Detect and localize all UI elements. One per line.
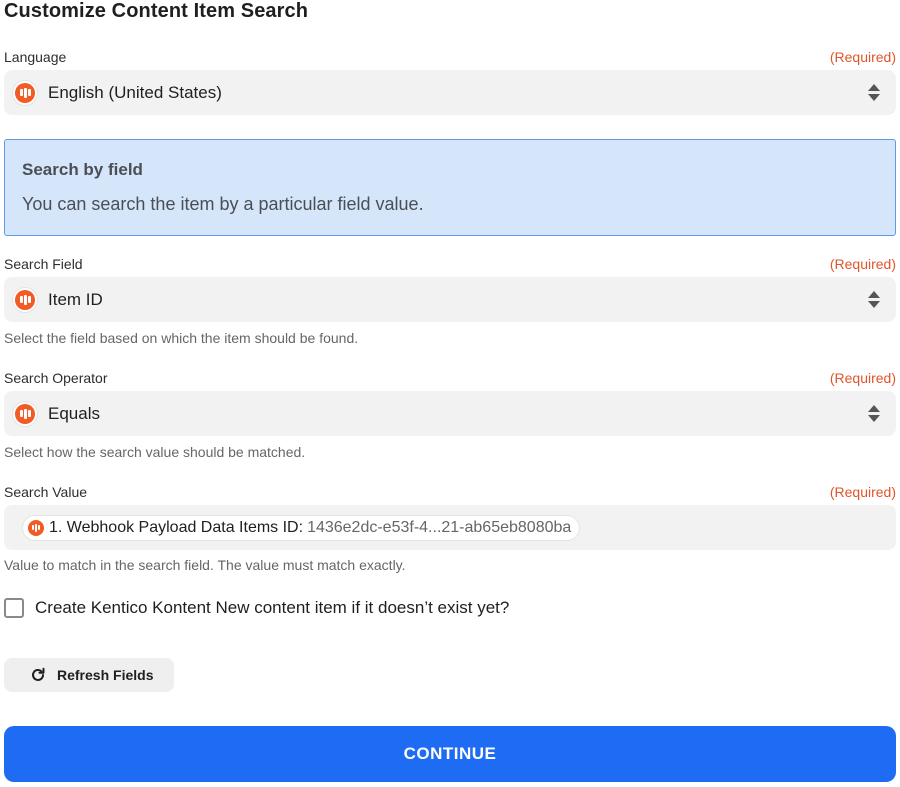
search-value-hint: Value to match in the search field. The … — [4, 557, 406, 573]
page-title: Customize Content Item Search — [4, 0, 309, 22]
language-value: English (United States) — [48, 82, 222, 102]
create-if-missing-row[interactable]: Create Kentico Kontent New content item … — [4, 598, 509, 618]
info-heading: Search by field — [22, 160, 143, 179]
search-field-value: Item ID — [48, 289, 103, 309]
search-operator-select[interactable]: Equals — [4, 391, 896, 436]
search-operator-label: Search Operator — [4, 370, 108, 386]
search-operator-value: Equals — [48, 403, 100, 423]
kontent-app-icon — [28, 519, 44, 536]
create-if-missing-checkbox[interactable] — [4, 598, 24, 618]
select-caret-icon — [868, 403, 880, 423]
search-operator-required: (Required) — [829, 370, 896, 386]
search-field-label: Search Field — [4, 256, 83, 272]
language-label: Language — [4, 49, 67, 65]
kontent-app-icon — [12, 286, 38, 313]
search-by-field-info: Search by field You can search the item … — [4, 139, 896, 236]
refresh-icon — [32, 667, 45, 681]
continue-button[interactable]: CONTINUE — [4, 726, 896, 782]
create-if-missing-label: Create Kentico Kontent New content item … — [35, 598, 510, 617]
search-field-hint: Select the field based on which the item… — [4, 330, 359, 346]
search-value-input[interactable]: 1. Webhook Payload Data Items ID: 1436e2… — [4, 505, 896, 550]
pill-label: 1. Webhook Payload Data Items ID: — [49, 518, 304, 536]
search-value-required: (Required) — [829, 484, 896, 500]
search-field-required: (Required) — [829, 256, 896, 272]
pill-value: 1436e2dc-e53f-4...21-ab65eb8080ba — [307, 518, 572, 536]
language-required: (Required) — [829, 49, 896, 65]
language-select[interactable]: English (United States) — [4, 70, 896, 115]
search-value-label: Search Value — [4, 484, 88, 500]
search-operator-hint: Select how the search value should be ma… — [4, 444, 306, 460]
kontent-app-icon — [12, 400, 38, 427]
refresh-fields-button[interactable]: Refresh Fields — [4, 658, 174, 692]
continue-label: CONTINUE — [403, 744, 497, 763]
kontent-app-icon — [12, 79, 38, 106]
info-body: You can search the item by a particular … — [22, 194, 424, 214]
select-caret-icon — [868, 82, 880, 102]
search-field-select[interactable]: Item ID — [4, 277, 896, 322]
select-caret-icon — [868, 289, 880, 309]
refresh-fields-label: Refresh Fields — [57, 667, 154, 683]
mapped-field-pill[interactable]: 1. Webhook Payload Data Items ID: 1436e2… — [22, 514, 581, 541]
